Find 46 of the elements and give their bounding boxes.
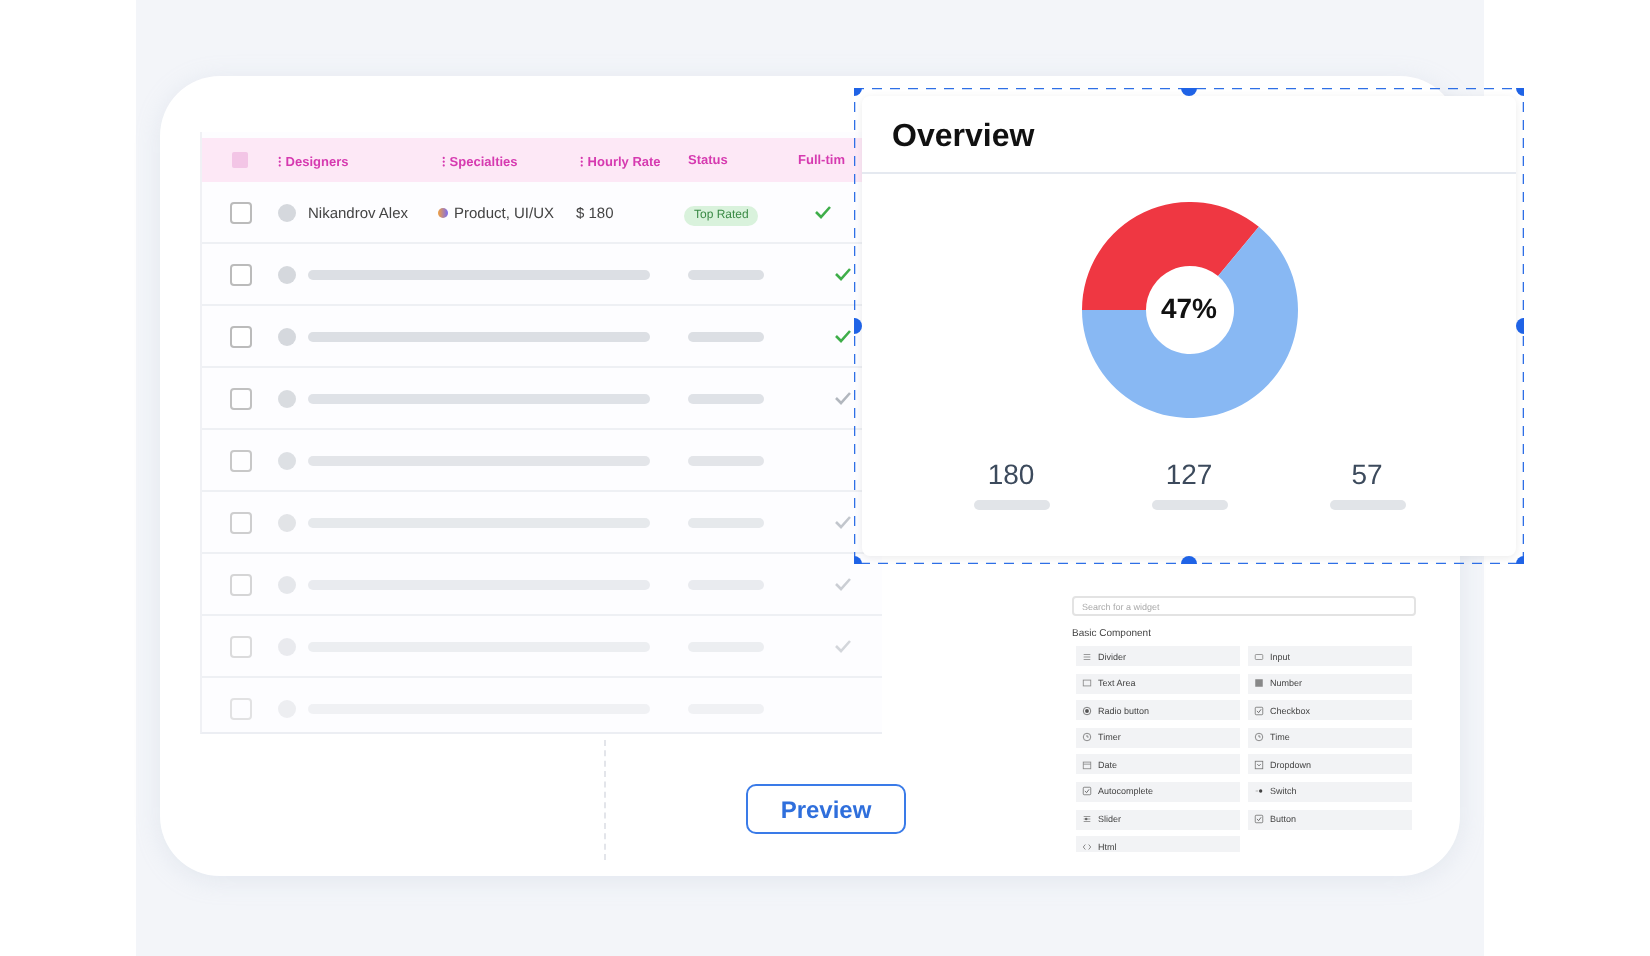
divider-icon — [1082, 651, 1092, 661]
checkbox-icon — [1082, 786, 1092, 797]
status-placeholder — [688, 455, 764, 465]
header-checkbox[interactable] — [232, 152, 248, 168]
text-placeholder — [1151, 500, 1227, 510]
row-checkbox[interactable] — [229, 263, 251, 285]
preview-button[interactable]: Preview — [746, 784, 906, 834]
slider-icon — [1082, 814, 1092, 825]
checkbox-icon — [1254, 705, 1264, 716]
clock-icon — [1254, 732, 1264, 743]
stat-value: 57 — [1351, 458, 1383, 490]
text-placeholder — [1329, 500, 1405, 510]
stat-value: 127 — [1165, 458, 1213, 490]
row-checkbox[interactable] — [229, 201, 251, 223]
avatar — [278, 203, 296, 221]
stat-value: 180 — [987, 458, 1035, 490]
status-placeholder — [688, 269, 764, 279]
switch-icon — [1254, 786, 1264, 797]
textarea-icon — [1082, 678, 1092, 689]
card-title: Overview — [862, 96, 1516, 174]
row-checkbox[interactable] — [229, 449, 251, 471]
code-icon — [1082, 841, 1092, 852]
status-placeholder — [688, 517, 764, 527]
avatar-placeholder — [278, 389, 296, 407]
checkbox-icon — [1254, 814, 1264, 825]
avatar-placeholder — [278, 451, 296, 469]
percentage-label: 47% — [1158, 292, 1220, 324]
input-icon — [1254, 651, 1264, 661]
avatar-placeholder — [278, 575, 296, 593]
row-checkbox[interactable] — [229, 511, 251, 533]
number-icon — [1254, 678, 1264, 689]
clock-icon — [1082, 732, 1092, 743]
avatar-placeholder — [278, 265, 296, 283]
row-checkbox[interactable] — [229, 635, 251, 657]
row-checkbox[interactable] — [229, 325, 251, 347]
text-placeholder — [973, 500, 1049, 510]
dropdown-icon — [1254, 759, 1264, 770]
radio-icon — [1082, 705, 1092, 716]
avatar-placeholder — [278, 513, 296, 531]
row-checkbox[interactable] — [229, 387, 251, 409]
calendar-icon — [1082, 759, 1092, 770]
status-placeholder — [688, 393, 764, 403]
row-checkbox[interactable] — [229, 573, 251, 595]
specialty-dot — [438, 207, 448, 217]
avatar-placeholder — [278, 327, 296, 345]
status-placeholder — [688, 331, 764, 341]
